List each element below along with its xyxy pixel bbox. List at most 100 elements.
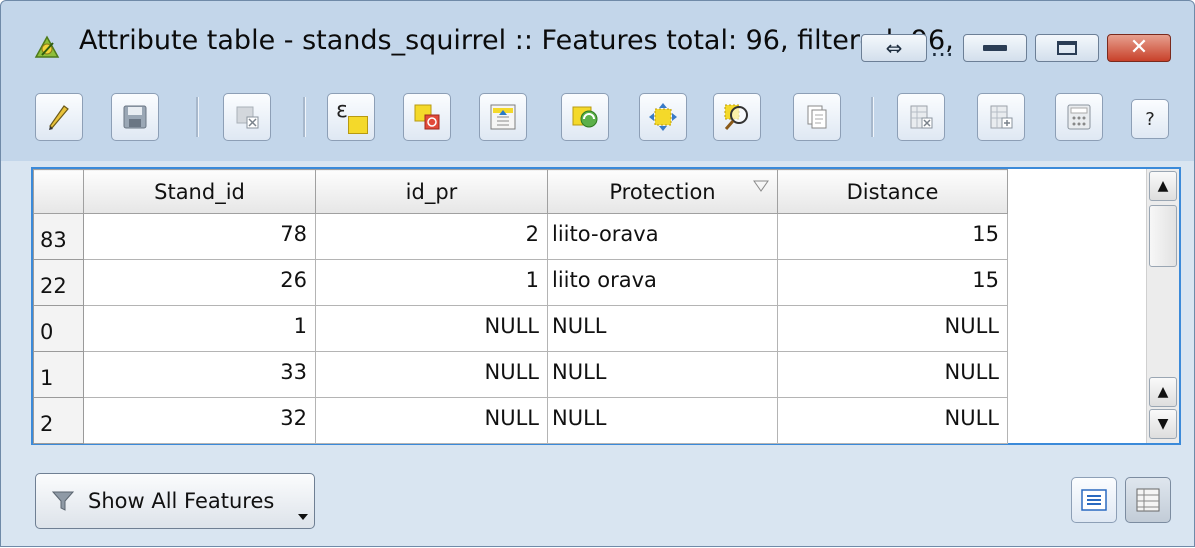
show-all-features-label: Show All Features (88, 489, 275, 513)
close-icon: ✕ (1129, 35, 1149, 60)
cell-stand-id[interactable]: 33 (83, 351, 316, 398)
cell-distance[interactable]: NULL (777, 305, 1008, 352)
row-header[interactable]: 0 (33, 305, 84, 352)
qgis-logo-icon (34, 35, 60, 58)
vertical-scrollbar[interactable]: ▲ ▲ ▼ (1146, 169, 1179, 443)
cell-id-pr[interactable]: 2 (315, 213, 548, 260)
toolbar-separator (196, 97, 199, 137)
toolbar-separator (871, 97, 874, 137)
column-header-id-pr[interactable]: id_pr (315, 169, 548, 214)
zoom-to-selection-button[interactable] (713, 93, 761, 141)
attribute-table[interactable]: Stand_id id_pr Protection Distance 83 78… (31, 167, 1181, 445)
pan-to-selection-button[interactable] (639, 93, 687, 141)
form-view-button[interactable] (1125, 477, 1171, 523)
invert-selection-icon (572, 106, 598, 128)
corner-select-all[interactable] (33, 169, 84, 214)
table-row[interactable]: 22 26 1 liito orava 15 (33, 259, 1008, 306)
dropdown-arrow-icon (298, 514, 308, 520)
pencil-icon (49, 105, 69, 130)
cell-distance[interactable]: NULL (777, 397, 1008, 444)
copy-rows-icon (807, 105, 827, 129)
scroll-down-button[interactable]: ▼ (1149, 409, 1177, 439)
scroll-up-small-button[interactable]: ▲ (1149, 377, 1177, 407)
window-title: Attribute table - stands_squirrel :: Fea… (79, 25, 977, 56)
move-selection-top-button[interactable] (479, 93, 527, 141)
form-view-icon (1136, 488, 1160, 512)
cell-stand-id[interactable]: 78 (83, 213, 316, 260)
dock-toggle-button[interactable]: ⇔ (861, 34, 927, 62)
scroll-up-button[interactable]: ▲ (1149, 171, 1177, 201)
column-header-protection-label: Protection (609, 179, 716, 204)
selection-square-icon (348, 116, 368, 134)
field-calculator-icon (1067, 104, 1091, 130)
filter-icon (51, 491, 75, 511)
triangle-down-icon: ▼ (1157, 416, 1169, 432)
attribute-grid: Stand_id id_pr Protection Distance 83 78… (33, 169, 1008, 444)
move-selection-top-icon (490, 104, 516, 130)
cell-id-pr[interactable]: NULL (315, 397, 548, 444)
help-button[interactable]: ? (1131, 99, 1169, 139)
sort-descending-icon (753, 180, 769, 192)
cell-stand-id[interactable]: 1 (83, 305, 316, 352)
new-column-icon (990, 105, 1013, 129)
deselect-icon (414, 104, 440, 130)
cell-protection[interactable]: liito-orava (547, 213, 778, 260)
copy-rows-button[interactable] (793, 93, 841, 141)
cell-protection[interactable]: liito orava (547, 259, 778, 306)
show-all-features-button[interactable]: Show All Features (35, 473, 315, 529)
title-bar[interactable]: Attribute table - stands_squirrel :: Fea… (1, 1, 1194, 89)
triangle-up-icon: ▲ (1157, 384, 1169, 400)
cell-distance[interactable]: 15 (777, 259, 1008, 306)
title-ellipsis: ... (930, 34, 954, 62)
toggle-editing-button[interactable] (35, 93, 83, 141)
table-row[interactable]: 1 33 NULL NULL NULL (33, 351, 1008, 398)
cell-id-pr[interactable]: NULL (315, 351, 548, 398)
field-calculator-button[interactable] (1055, 93, 1103, 141)
cell-protection[interactable]: NULL (547, 351, 778, 398)
double-arrow-icon: ⇔ (885, 36, 903, 60)
scrollbar-thumb[interactable] (1149, 205, 1177, 267)
cell-distance[interactable]: NULL (777, 351, 1008, 398)
table-row[interactable]: 2 32 NULL NULL NULL (33, 397, 1008, 444)
delete-column-icon (910, 105, 933, 129)
maximize-icon (1057, 41, 1077, 55)
row-header[interactable]: 2 (33, 397, 84, 444)
triangle-up-icon: ▲ (1157, 178, 1169, 194)
row-header[interactable]: 22 (33, 259, 84, 306)
deselect-all-button[interactable] (403, 93, 451, 141)
table-view-icon (1081, 489, 1107, 511)
zoom-to-selection-icon (724, 104, 748, 130)
toolbar-separator (303, 97, 306, 137)
invert-selection-button[interactable] (561, 93, 609, 141)
cell-protection[interactable]: NULL (547, 305, 778, 352)
cell-stand-id[interactable]: 32 (83, 397, 316, 444)
save-edits-button[interactable] (111, 93, 159, 141)
delete-selected-button[interactable] (223, 93, 271, 141)
close-button[interactable]: ✕ (1107, 34, 1171, 62)
delete-selected-icon (236, 106, 259, 129)
table-view-button[interactable] (1071, 477, 1117, 523)
expression-icon: ε (336, 98, 348, 123)
column-header-stand-id[interactable]: Stand_id (83, 169, 316, 214)
row-header[interactable]: 1 (33, 351, 84, 398)
cell-id-pr[interactable]: 1 (315, 259, 548, 306)
cell-id-pr[interactable]: NULL (315, 305, 548, 352)
table-row[interactable]: 0 1 NULL NULL NULL (33, 305, 1008, 352)
table-row[interactable]: 83 78 2 liito-orava 15 (33, 213, 1008, 260)
delete-column-button[interactable] (897, 93, 945, 141)
row-header[interactable]: 83 (33, 213, 84, 260)
help-icon: ? (1145, 108, 1155, 130)
pan-to-selection-icon (649, 103, 677, 131)
save-icon (123, 105, 147, 129)
minimize-button[interactable] (963, 34, 1027, 62)
select-by-expression-button[interactable]: ε (327, 93, 375, 141)
maximize-button[interactable] (1035, 34, 1099, 62)
cell-stand-id[interactable]: 26 (83, 259, 316, 306)
new-column-button[interactable] (977, 93, 1025, 141)
column-header-distance[interactable]: Distance (777, 169, 1008, 214)
cell-distance[interactable]: 15 (777, 213, 1008, 260)
attribute-table-window: Attribute table - stands_squirrel :: Fea… (0, 0, 1195, 547)
table-header-row: Stand_id id_pr Protection Distance (33, 169, 1008, 214)
column-header-protection[interactable]: Protection (547, 169, 778, 214)
cell-protection[interactable]: NULL (547, 397, 778, 444)
